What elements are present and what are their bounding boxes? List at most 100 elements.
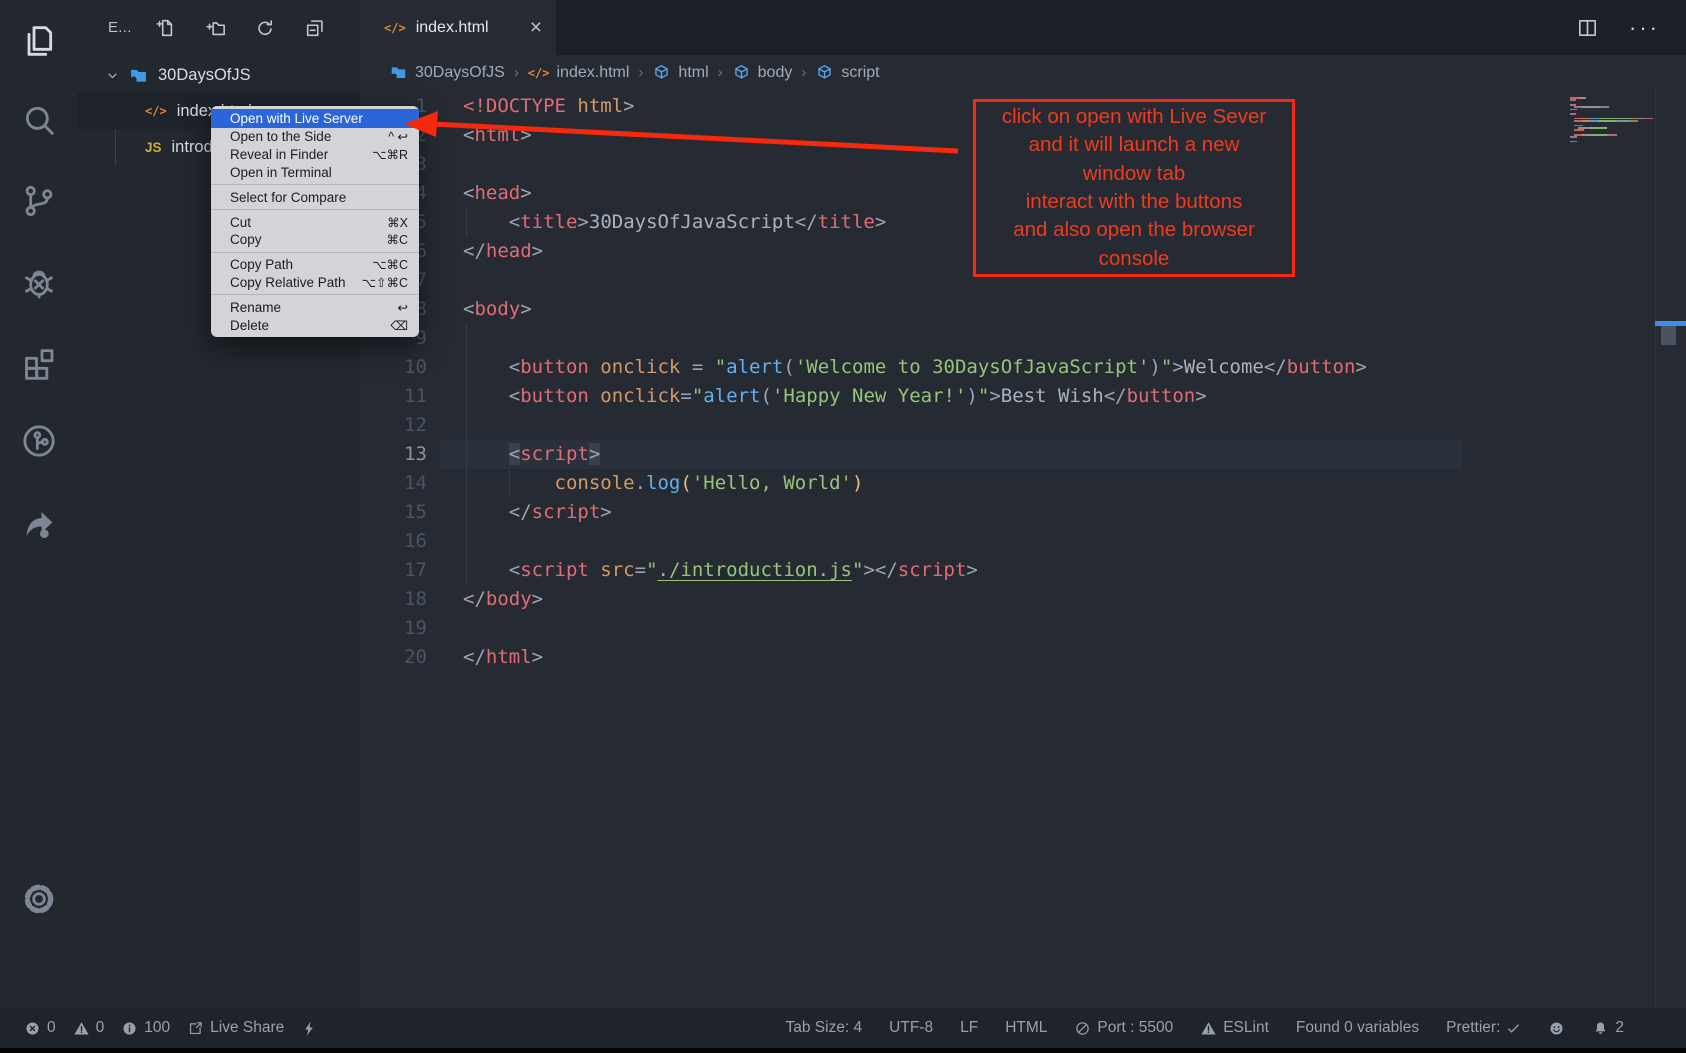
minimap-line (1570, 99, 1576, 101)
refresh-button[interactable] (254, 17, 276, 39)
code-line-8: 8<body> (360, 295, 1686, 324)
menu-item-open-to-the-side[interactable]: Open to the Side^ ↩ (211, 128, 419, 146)
status-feedback-smiley[interactable] (1548, 1020, 1565, 1037)
status-live-server-port[interactable]: Port : 5500 (1074, 1019, 1173, 1037)
activity-item-run-debug[interactable] (19, 262, 59, 302)
annotation-text-line: and also open the browser (976, 216, 1292, 244)
code-line-15: 15 </script> (360, 498, 1686, 527)
minimap[interactable] (1570, 97, 1658, 145)
line-number: 18 (360, 585, 427, 614)
tree-item-folder[interactable]: 30DaysOfJS (77, 57, 360, 93)
line-number: 16 (360, 527, 427, 556)
breadcrumb-separator: › (638, 64, 643, 81)
collapse-all-button[interactable] (304, 17, 326, 39)
activity-item-source-control[interactable] (19, 181, 59, 221)
status-notifications[interactable]: 2 (1592, 1019, 1624, 1037)
menu-separator (211, 294, 419, 295)
activity-item-gitlens[interactable] (19, 421, 59, 461)
line-number: 17 (360, 556, 427, 585)
breadcrumb-item-30DaysOfJS[interactable]: 30DaysOfJS (389, 63, 505, 82)
new-file-button[interactable] (154, 17, 176, 39)
folder-icon (389, 63, 408, 82)
line-number: 10 (360, 353, 427, 382)
tab-close-icon[interactable]: × (530, 17, 542, 38)
status-live-share[interactable]: Live Share (187, 1019, 284, 1037)
bell-icon (1592, 1020, 1609, 1037)
annotation-text-line: console (976, 245, 1292, 273)
split-editor-button[interactable] (1576, 16, 1599, 39)
error-circle-icon (24, 1020, 41, 1037)
menu-item-cut[interactable]: Cut⌘X (211, 213, 419, 231)
line-number: 11 (360, 382, 427, 411)
code-line-12: 12 (360, 411, 1686, 440)
more-actions-button[interactable]: ··· (1629, 15, 1660, 41)
status-language-mode[interactable]: HTML (1005, 1019, 1047, 1037)
menu-item-copy-path[interactable]: Copy Path⌥⌘C (211, 256, 419, 274)
status-bar: 00 100 Live Share Tab Size: 4 UTF-8 LF HTML Po… (0, 1008, 1686, 1048)
annotation-text-line: click on open with Live Sever (976, 103, 1292, 131)
breadcrumb-item-index-html[interactable]: </>index.html (528, 64, 630, 82)
line-number: 20 (360, 643, 427, 672)
activity-item-explorer[interactable] (19, 21, 59, 61)
minimap-line (1570, 113, 1576, 115)
line-number: 15 (360, 498, 427, 527)
new-folder-button[interactable] (204, 17, 226, 39)
share-export-icon (187, 1020, 204, 1037)
status-eol[interactable]: LF (960, 1019, 978, 1037)
minimap-line (1570, 136, 1577, 138)
annotation-text-line: and it will launch a new (976, 131, 1292, 159)
code-line-14: 14 console.log('Hello, World') (360, 469, 1686, 498)
status-encoding[interactable]: UTF-8 (889, 1019, 933, 1037)
folder-icon (128, 65, 149, 86)
circle-fork-icon (19, 421, 59, 461)
scrollbar-thumb[interactable] (1661, 326, 1676, 345)
html-file-icon: </> (384, 21, 406, 35)
annotation-text-line: interact with the buttons (976, 188, 1292, 216)
status-eslint[interactable]: ESLint (1200, 1019, 1269, 1037)
cube-icon (815, 63, 834, 82)
status-lightning[interactable] (301, 1020, 318, 1037)
code-line-16: 16 (360, 527, 1686, 556)
breadcrumb-item-body[interactable]: body (732, 63, 793, 82)
menu-item-delete[interactable]: Delete⌫ (211, 316, 419, 334)
chevron-down-icon (104, 67, 121, 84)
activity-item-live-share[interactable] (19, 502, 59, 542)
status-bar-right: Tab Size: 4 UTF-8 LF HTML Port : 5500 ESLint F… (785, 1019, 1624, 1037)
js-file-icon: JS (145, 140, 162, 155)
breadcrumb-separator: › (718, 64, 723, 81)
menu-item-copy[interactable]: Copy⌘C (211, 231, 419, 249)
activity-item-search[interactable] (19, 100, 59, 140)
activity-bar (0, 0, 77, 1008)
menu-item-copy-relative-path[interactable]: Copy Relative Path⌥⇧⌘C (211, 274, 419, 292)
status-tab-size[interactable]: Tab Size: 4 (785, 1019, 862, 1037)
menu-item-open-in-terminal[interactable]: Open in Terminal (211, 164, 419, 182)
activity-item-manage[interactable] (19, 879, 59, 919)
warning-triangle-icon (1200, 1020, 1217, 1037)
menu-separator (211, 184, 419, 185)
tab-index-html[interactable]: </> index.html × (360, 0, 556, 55)
code-line-18: 18</body> (360, 585, 1686, 614)
status-warnings[interactable]: 0 (73, 1019, 105, 1037)
line-number: 19 (360, 614, 427, 643)
menu-item-rename[interactable]: Rename↩ (211, 298, 419, 316)
status-errors[interactable]: 0 (24, 1019, 56, 1037)
status-prettier[interactable]: Prettier: (1446, 1019, 1521, 1037)
code-line-17: 17 <script src="./introduction.js"></scr… (360, 556, 1686, 585)
status-infos[interactable]: 100 (121, 1019, 170, 1037)
menu-item-open-with-live-server[interactable]: Open with Live Server (211, 109, 419, 128)
menu-separator (211, 252, 419, 253)
menu-item-select-for-compare[interactable]: Select for Compare (211, 188, 419, 206)
html-file-icon: </> (528, 66, 550, 80)
html-file-icon: </> (145, 104, 167, 118)
line-number: 13 (360, 440, 427, 469)
breadcrumb-item-script[interactable]: script (815, 63, 879, 82)
menu-item-reveal-in-finder[interactable]: Reveal in Finder⌥⌘R (211, 146, 419, 164)
check-icon (1506, 1021, 1521, 1036)
code-line-9: 9 (360, 324, 1686, 353)
gear-icon (19, 879, 59, 919)
minimap-line (1570, 109, 1577, 111)
activity-item-extensions[interactable] (19, 342, 59, 382)
bug-icon (19, 262, 59, 302)
breadcrumb-item-html[interactable]: html (652, 63, 708, 82)
status-variables-count[interactable]: Found 0 variables (1296, 1019, 1419, 1037)
